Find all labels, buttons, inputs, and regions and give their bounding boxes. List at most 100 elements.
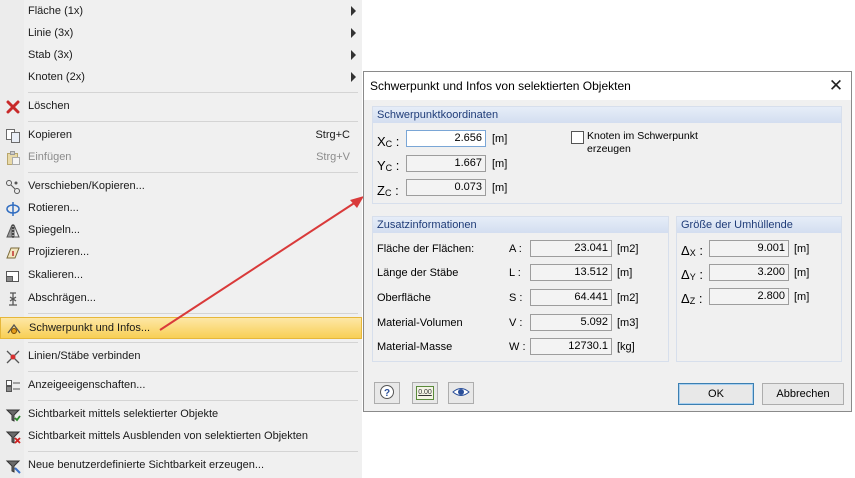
- menu-item-label: Rotieren...: [28, 202, 79, 214]
- centroid-icon: [6, 321, 22, 337]
- yc-field[interactable]: 1.667: [406, 155, 486, 172]
- menu-item-label: Skalieren...: [28, 269, 84, 281]
- centroid-dialog: Schwerpunkt und Infos von selektierten O…: [363, 71, 852, 412]
- menu-item-label: Stab (3x): [28, 49, 73, 61]
- menu-item-linie[interactable]: Linie (3x): [0, 23, 362, 45]
- menu-separator: [28, 451, 358, 452]
- create-node-checkbox[interactable]: [571, 131, 584, 144]
- svg-text:?: ?: [384, 388, 390, 399]
- submenu-arrow-icon: [351, 50, 356, 60]
- decimal-places-icon: 0.00: [416, 386, 434, 400]
- zc-field[interactable]: 0.073: [406, 179, 486, 196]
- delta-z-field[interactable]: 2.800: [709, 288, 789, 305]
- menu-separator: [28, 172, 358, 173]
- yc-symbol: YC :: [377, 158, 400, 173]
- menu-separator: [28, 92, 358, 93]
- submenu-arrow-icon: [351, 72, 356, 82]
- info-field-length[interactable]: 13.512: [530, 264, 612, 281]
- info-field-mass[interactable]: 12730.1: [530, 338, 612, 355]
- info-symbol-volume: V :: [509, 317, 523, 329]
- view-button[interactable]: [448, 382, 474, 404]
- visibility-selected-icon: [5, 407, 21, 423]
- delta-x-unit: [m]: [794, 243, 810, 255]
- cancel-button[interactable]: Abbrechen: [762, 383, 844, 405]
- menu-separator: [28, 342, 358, 343]
- menu-item-label: Schwerpunkt und Infos...: [29, 322, 151, 334]
- mirror-icon: [5, 223, 21, 239]
- centroid-group: Schwerpunktkoordinaten XC : 2.656 [m] YC…: [372, 106, 842, 204]
- menu-item-loeschen[interactable]: Löschen: [0, 96, 362, 118]
- info-label-volume: Material-Volumen: [377, 317, 463, 329]
- menu-item-kopieren[interactable]: Kopieren Strg+C: [0, 125, 362, 147]
- menu-item-label: Linien/Stäbe verbinden: [28, 350, 141, 362]
- menu-item-label: Sichtbarkeit mittels Ausblenden von sele…: [28, 430, 309, 442]
- delta-x-symbol: ΔX :: [681, 243, 703, 258]
- info-unit-volume: [m3]: [617, 317, 639, 329]
- info-field-volume[interactable]: 5.092: [530, 314, 612, 331]
- visibility-hide-icon: [5, 429, 21, 445]
- delta-x-field[interactable]: 9.001: [709, 240, 789, 257]
- menu-item-linien-verbinden[interactable]: Linien/Stäbe verbinden: [0, 346, 362, 368]
- pointer-arrow-annotation: [159, 196, 364, 331]
- menu-separator: [28, 400, 358, 401]
- menu-separator: [28, 121, 358, 122]
- info-unit-length: [m]: [617, 267, 633, 279]
- info-unit-area: [m2]: [617, 243, 639, 255]
- xc-field[interactable]: 2.656: [406, 130, 486, 147]
- info-unit-surface: [m2]: [617, 292, 639, 304]
- menu-item-einfuegen[interactable]: Einfügen Strg+V: [0, 147, 362, 169]
- info-label-area: Fläche der Flächen:: [377, 243, 475, 255]
- help-button[interactable]: ?: [374, 382, 400, 404]
- display-properties-icon: [5, 378, 21, 394]
- menu-item-knoten[interactable]: Knoten (2x): [0, 67, 362, 89]
- ok-button[interactable]: OK: [678, 383, 754, 405]
- move-copy-icon: [5, 179, 21, 195]
- connect-lines-icon: [5, 349, 21, 365]
- menu-item-sichtbarkeit-ausblenden[interactable]: Sichtbarkeit mittels Ausblenden von sele…: [0, 426, 362, 448]
- menu-item-label: Anzeigeeigenschaften...: [28, 379, 146, 391]
- menu-item-sichtbarkeit-selektiert[interactable]: Sichtbarkeit mittels selektierter Objekt…: [0, 404, 362, 426]
- menu-item-label: Projizieren...: [28, 246, 90, 258]
- menu-item-neue-sichtbarkeit[interactable]: Neue benutzerdefinierte Sichtbarkeit erz…: [0, 455, 362, 477]
- menu-item-label: Neue benutzerdefinierte Sichtbarkeit erz…: [28, 459, 265, 471]
- menu-item-flaeche[interactable]: Fläche (1x): [0, 1, 362, 23]
- envelope-group: Größe der Umhüllende ΔX : 9.001 [m] ΔY :…: [676, 216, 842, 362]
- zc-symbol: ZC :: [377, 183, 399, 198]
- rotate-icon: [5, 201, 21, 217]
- info-field-area[interactable]: 23.041: [530, 240, 612, 257]
- delete-x-icon: [5, 99, 21, 115]
- paste-icon: [5, 150, 21, 166]
- xc-unit: [m]: [492, 133, 508, 145]
- dialog-titlebar[interactable]: Schwerpunkt und Infos von selektierten O…: [364, 72, 851, 100]
- menu-item-anzeigeeigenschaften[interactable]: Anzeigeeigenschaften...: [0, 375, 362, 397]
- submenu-arrow-icon: [351, 28, 356, 38]
- dialog-title: Schwerpunkt und Infos von selektierten O…: [370, 79, 631, 93]
- menu-item-label: Fläche (1x): [28, 5, 84, 17]
- eye-icon: [452, 385, 470, 402]
- info-unit-mass: [kg]: [617, 341, 635, 353]
- info-symbol-length: L :: [509, 267, 521, 279]
- menu-item-shortcut: Strg+V: [316, 151, 350, 163]
- centroid-group-header: Schwerpunktkoordinaten: [373, 107, 841, 123]
- decimal-places-button[interactable]: 0.00: [412, 382, 438, 404]
- delta-z-unit: [m]: [794, 291, 810, 303]
- info-label-length: Länge der Stäbe: [377, 267, 459, 279]
- menu-item-label: Abschrägen...: [28, 292, 96, 304]
- menu-item-stab[interactable]: Stab (3x): [0, 45, 362, 67]
- create-node-label-line2: erzeugen: [587, 143, 631, 155]
- create-node-label-line1: Knoten im Schwerpunkt: [587, 130, 698, 142]
- info-field-surface[interactable]: 64.441: [530, 289, 612, 306]
- info-label-mass: Material-Masse: [377, 341, 453, 353]
- shear-icon: [5, 291, 21, 307]
- info-label-surface: Oberfläche: [377, 292, 431, 304]
- envelope-header: Größe der Umhüllende: [677, 217, 841, 233]
- delta-y-field[interactable]: 3.200: [709, 264, 789, 281]
- zc-unit: [m]: [492, 182, 508, 194]
- info-symbol-surface: S :: [509, 292, 523, 304]
- close-icon[interactable]: ✕: [825, 75, 847, 97]
- info-symbol-area: A :: [509, 243, 522, 255]
- menu-item-label: Verschieben/Kopieren...: [28, 180, 145, 192]
- menu-item-label: Sichtbarkeit mittels selektierter Objekt…: [28, 408, 219, 420]
- new-visibility-icon: [5, 458, 21, 474]
- menu-item-label: Kopieren: [28, 129, 73, 141]
